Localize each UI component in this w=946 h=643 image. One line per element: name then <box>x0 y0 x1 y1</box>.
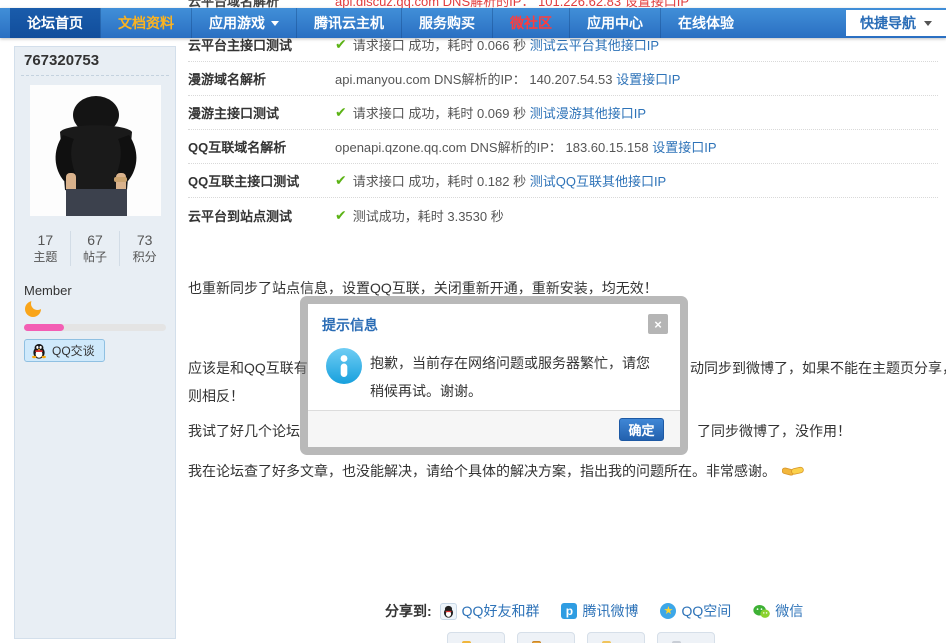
share-wechat[interactable]: 微信 <box>753 601 803 621</box>
info-icon <box>325 347 363 385</box>
qzone-icon: ★ <box>660 603 677 619</box>
success-check-icon: ✔ <box>335 104 347 120</box>
nav-app-center[interactable]: 应用中心 <box>569 8 660 38</box>
success-check-icon: ✔ <box>335 172 347 188</box>
nav-micro-community[interactable]: 微社区 <box>492 8 569 38</box>
post-paragraph-fragment: 动同步到微博了，如果不能在主题页分享， <box>690 360 946 376</box>
share-tencent-weibo[interactable]: p 腾讯微博 <box>561 601 638 621</box>
table-row: QQ互联域名解析 openapi.qzone.qq.com DNS解析的IP： … <box>188 130 938 164</box>
nav-online-demo[interactable]: 在线体验 <box>660 8 751 38</box>
share-label: 分享到: <box>385 603 432 619</box>
username: 767320753 <box>24 52 100 69</box>
post-action-button[interactable] <box>447 632 505 643</box>
post-paragraph-fragment: 则相反！ <box>188 388 244 404</box>
stat-credits[interactable]: 73 积分 <box>119 231 169 266</box>
nav-docs[interactable]: 文档资料 <box>100 8 191 38</box>
qq-penguin-icon <box>439 602 457 620</box>
share-qq-friends[interactable]: QQ好友和群 <box>439 601 539 621</box>
ok-button[interactable]: 确定 <box>619 418 664 441</box>
nav-tencent-cloud-host[interactable]: 腾讯云主机 <box>296 8 401 38</box>
dialog-footer: 确定 <box>308 410 680 447</box>
success-check-icon: ✔ <box>335 36 347 52</box>
chevron-down-icon <box>271 20 279 26</box>
set-interface-ip-link[interactable]: 设置接口IP <box>616 69 680 88</box>
user-stats: 17 主题 67 帖子 73 积分 <box>21 231 169 266</box>
divider <box>21 75 169 76</box>
dialog-message: 抱歉，当前存在网络问题或服务器繁忙，请您稍候再试。谢谢。 <box>370 355 650 399</box>
qq-penguin-icon <box>30 342 47 359</box>
post-paragraph-fragment: 我试了好几个论坛 <box>188 423 300 439</box>
test-other-ip-link[interactable]: 测试漫游其他接口IP <box>530 103 646 122</box>
avatar[interactable] <box>30 85 161 216</box>
cloud-diagnostics-table: 云平台主接口测试 ✔ 请求接口 成功，耗时 0.066 秒 测试云平台其他接口I… <box>188 28 938 232</box>
moon-level-icon <box>25 297 44 317</box>
post-paragraph: 我在论坛查了好多文章，也没能解决，请给个具体的解决方案，指出我的问题所在。非常感… <box>188 461 804 481</box>
handshake-emoticon <box>782 464 804 479</box>
table-row: 云平台到站点测试 ✔ 测试成功，耗时 3.3530 秒 <box>188 206 504 224</box>
success-check-icon: ✔ <box>335 206 347 223</box>
user-group-label: Member <box>24 283 72 298</box>
main-navbar: 论坛首页 文档资料 应用游戏 腾讯云主机 服务购买 微社区 应用中心 在线体验 … <box>0 8 946 38</box>
tencent-weibo-icon: p <box>561 603 578 619</box>
dialog-title: 提示信息 <box>322 317 378 333</box>
level-progress-bar <box>24 324 166 331</box>
diagnostic-row-clipped: 云平台域名解析 api.discuz.qq.com DNS解析的IP： 101.… <box>188 0 938 9</box>
forum-page: 云平台域名解析 api.discuz.qq.com DNS解析的IP： 101.… <box>0 0 946 643</box>
stat-threads[interactable]: 17 主题 <box>21 231 70 266</box>
wechat-icon <box>753 603 771 620</box>
qq-chat-label: QQ交谈 <box>52 344 95 358</box>
post-paragraph-fragment: 应该是和QQ互联有 <box>188 360 308 376</box>
table-row: 漫游主接口测试 ✔ 请求接口 成功，耗时 0.069 秒 测试漫游其他接口IP <box>188 96 938 130</box>
table-row: 漫游域名解析 api.manyou.com DNS解析的IP： 140.207.… <box>188 62 938 96</box>
nav-purchase[interactable]: 服务购买 <box>401 8 492 38</box>
share-bar: 分享到: QQ好友和群 p 腾讯微博 ★ QQ空间 微信 <box>385 601 825 621</box>
post-paragraph-fragment: 了同步微博了，没作用！ <box>697 423 851 439</box>
alert-dialog: 提示信息 × 抱歉，当前存在网络问题或服务器繁忙，请您稍候再试。谢谢。 确定 <box>300 296 688 455</box>
post-paragraph: 也重新同步了站点信息，设置QQ互联，关闭重新开通，重新安装，均无效！ <box>188 280 658 296</box>
quick-nav-button[interactable]: 快捷导航 <box>846 10 946 36</box>
set-interface-ip-link[interactable]: 设置接口IP <box>652 137 716 156</box>
post-action-button[interactable] <box>517 632 575 643</box>
table-row: QQ互联主接口测试 ✔ 请求接口 成功，耗时 0.182 秒 测试QQ互联其他接… <box>188 164 938 198</box>
stat-posts[interactable]: 67 帖子 <box>69 231 120 266</box>
share-qzone[interactable]: ★ QQ空间 <box>660 601 731 621</box>
qq-chat-button[interactable]: QQ交谈 <box>24 339 105 362</box>
chevron-down-icon <box>924 20 932 26</box>
test-other-ip-link[interactable]: 测试QQ互联其他接口IP <box>530 171 667 190</box>
post-action-button[interactable] <box>587 632 645 643</box>
close-icon[interactable]: × <box>648 314 668 334</box>
nav-forum-home[interactable]: 论坛首页 <box>10 8 100 38</box>
author-sidebar: 767320753 17 主题 67 帖子 73 积分 Member QQ交谈 <box>14 46 176 639</box>
post-action-button[interactable] <box>657 632 715 643</box>
nav-app-games[interactable]: 应用游戏 <box>191 8 296 38</box>
